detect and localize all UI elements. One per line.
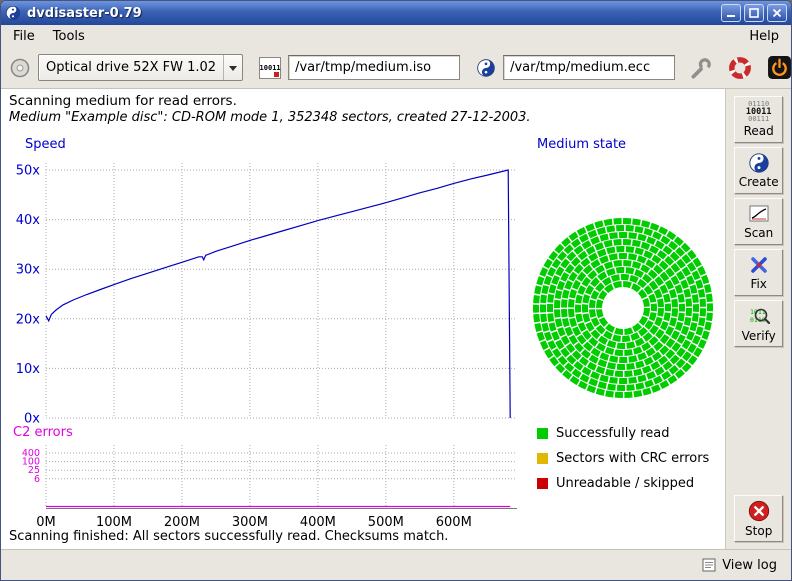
app-icon — [5, 5, 21, 21]
unreadable-swatch — [537, 478, 548, 489]
medium-state-disc — [536, 221, 710, 395]
legend-label: Sectors with CRC errors — [556, 451, 709, 466]
legend-item-unreadable: Unreadable / skipped — [537, 476, 694, 490]
maximize-button[interactable] — [744, 4, 764, 22]
toolbar: Optical drive 52X FW 1.02 10011 — [1, 47, 791, 89]
menu-tools[interactable]: Tools — [44, 27, 94, 46]
create-button-label: Create — [739, 175, 779, 189]
svg-text:100M: 100M — [96, 515, 132, 530]
svg-text:30x: 30x — [16, 263, 41, 278]
crc-swatch — [537, 453, 548, 464]
svg-text:40x: 40x — [16, 213, 41, 228]
stop-button[interactable]: Stop — [734, 495, 783, 542]
svg-text:20x: 20x — [16, 312, 41, 327]
content-area: 0x10x20x30x40x50x0M100M200M300M400M500M6… — [1, 89, 791, 549]
log-icon — [702, 558, 716, 572]
tools-icon — [748, 254, 770, 276]
drive-select-value: Optical drive 52X FW 1.02 — [39, 60, 223, 75]
speed-chart: 0x10x20x30x40x50x0M100M200M300M400M500M6… — [16, 163, 517, 530]
c2-errors-title: C2 errors — [13, 425, 73, 440]
scan-button-label: Scan — [744, 226, 773, 240]
legend-item-success: Successfully read — [537, 426, 669, 440]
success-swatch — [537, 428, 548, 439]
scan-result-text: Scanning finished: All sectors successfu… — [9, 529, 448, 544]
preferences-button[interactable] — [689, 56, 713, 80]
help-button[interactable] — [728, 56, 752, 80]
svg-text:400M: 400M — [300, 515, 336, 530]
status-line-2: Medium "Example disc": CD-ROM mode 1, 35… — [9, 110, 531, 125]
create-button[interactable]: Create — [734, 147, 783, 194]
ecc-file-icon — [476, 58, 496, 78]
wrench-icon — [689, 56, 713, 80]
window-title: dvdisaster-0.79 — [27, 6, 142, 21]
quit-button[interactable] — [767, 55, 792, 80]
visualization-panel: 0x10x20x30x40x50x0M100M200M300M400M500M6… — [1, 89, 725, 549]
c2-errors-chart: 400100256 — [22, 445, 517, 509]
drive-icon — [9, 57, 31, 79]
svg-text:0M: 0M — [36, 515, 56, 530]
action-sidebar: 01110 10011 00111 Read Create Scan Fix — [725, 89, 791, 549]
binary-read-icon: 01110 10011 00111 — [746, 101, 772, 124]
minimize-icon — [726, 8, 736, 18]
fix-button-label: Fix — [750, 277, 766, 291]
iso-path-input[interactable] — [288, 55, 460, 80]
status-line-1: Scanning medium for read errors. — [9, 93, 237, 109]
medium-state-title: Medium state — [537, 137, 626, 152]
view-log-label: View log — [722, 558, 777, 573]
view-log-button[interactable]: View log — [698, 556, 781, 575]
drive-select[interactable]: Optical drive 52X FW 1.02 — [38, 54, 243, 81]
menubar: File Tools Help — [1, 25, 791, 47]
chart-icon — [748, 203, 770, 225]
svg-text:50x: 50x — [16, 164, 41, 179]
menu-file[interactable]: File — [4, 27, 44, 46]
stop-button-label: Stop — [745, 524, 772, 538]
legend-label: Unreadable / skipped — [556, 476, 694, 491]
verify-button-label: Verify — [742, 329, 776, 343]
fix-button[interactable]: Fix — [734, 249, 783, 296]
verify-button[interactable]: 1011 0110 Verify — [734, 300, 783, 347]
chevron-down-icon — [229, 66, 237, 75]
drive-select-arrow[interactable] — [223, 55, 242, 80]
magnifier-icon: 1011 0110 — [747, 304, 771, 328]
svg-text:300M: 300M — [232, 515, 268, 530]
svg-text:200M: 200M — [164, 515, 200, 530]
read-button-label: Read — [744, 124, 774, 138]
svg-text:600M: 600M — [436, 515, 472, 530]
titlebar[interactable]: dvdisaster-0.79 — [1, 1, 791, 25]
speed-chart-title: Speed — [25, 137, 66, 152]
scan-button[interactable]: Scan — [734, 198, 783, 245]
power-icon — [767, 55, 792, 80]
ecc-path-input[interactable] — [503, 55, 675, 80]
close-icon — [772, 8, 782, 18]
stop-icon — [747, 499, 771, 523]
menu-help[interactable]: Help — [740, 27, 788, 46]
bottombar: View log — [1, 549, 791, 580]
lifebuoy-icon — [728, 56, 752, 80]
legend-item-crc: Sectors with CRC errors — [537, 451, 709, 465]
close-button[interactable] — [767, 4, 787, 22]
yin-yang-icon — [748, 152, 770, 174]
minimize-button[interactable] — [721, 4, 741, 22]
maximize-icon — [749, 8, 759, 18]
app-window: dvdisaster-0.79 File Tools Help Optical … — [0, 0, 792, 581]
svg-text:10x: 10x — [16, 362, 41, 377]
legend-label: Successfully read — [556, 426, 669, 441]
read-button[interactable]: 01110 10011 00111 Read — [734, 96, 783, 143]
svg-text:500M: 500M — [368, 515, 404, 530]
iso-file-icon: 10011 — [259, 57, 281, 79]
svg-text:6: 6 — [34, 474, 40, 485]
